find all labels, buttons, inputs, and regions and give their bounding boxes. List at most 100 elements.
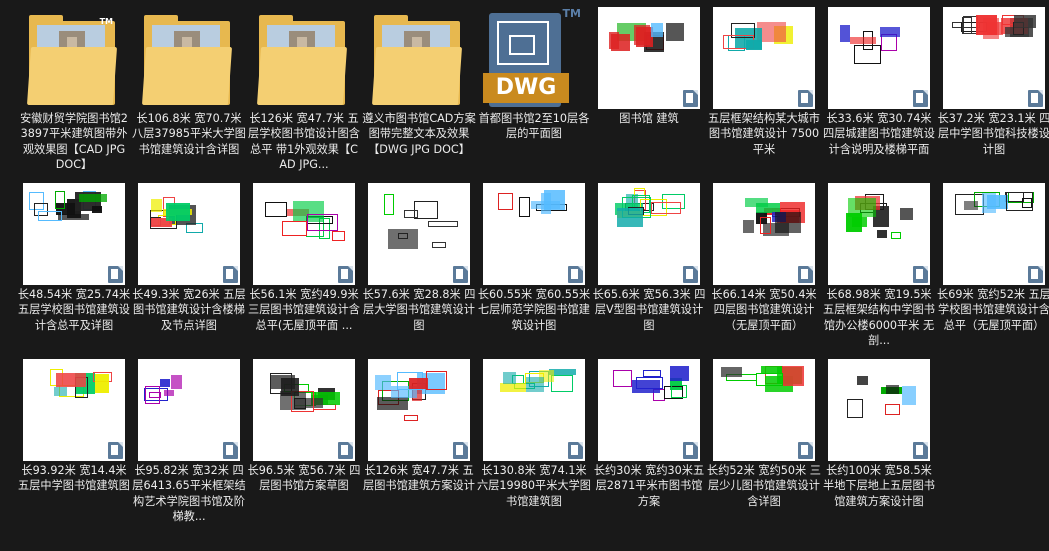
file-item[interactable]: 长约52米 宽约50米 三层少儿图书馆建筑设计含详图 bbox=[707, 352, 821, 528]
drawing-sheet bbox=[551, 375, 573, 392]
drawing-sheet bbox=[526, 377, 544, 392]
drawing-sheet bbox=[983, 18, 999, 39]
drawing-preview bbox=[483, 359, 585, 461]
folder-front bbox=[371, 47, 463, 105]
drawing-sheet bbox=[613, 370, 632, 387]
folder-front bbox=[256, 47, 348, 105]
drawing-preview bbox=[598, 7, 700, 109]
drawing-preview bbox=[598, 359, 700, 461]
cad-drawing-icon bbox=[943, 183, 1045, 285]
file-item[interactable]: 长33.6米 宽30.74米 四层城建图书馆建筑设计含说明及楼梯平面 bbox=[822, 0, 936, 176]
drawing-preview bbox=[713, 183, 815, 285]
drawing-preview bbox=[713, 7, 815, 109]
cad-drawing-icon bbox=[23, 183, 125, 285]
drawing-sheet bbox=[426, 371, 447, 390]
drawing-preview bbox=[368, 183, 470, 285]
file-item[interactable]: 长60.55米 宽60.55米 七层师范学院图书馆建筑设计图 bbox=[477, 176, 591, 352]
trademark-label: TM bbox=[562, 7, 581, 20]
file-name: 长130.8米 宽74.1米 六层19980平米大学图书馆建筑图 bbox=[477, 464, 591, 508]
file-item[interactable]: 长126米 宽47.7米 五层学校图书馆设计图含总平 带1外观效果【CAD JP… bbox=[247, 0, 361, 176]
folder-icon bbox=[253, 7, 355, 109]
drawing-sheet bbox=[1014, 15, 1036, 28]
drawing-sheet bbox=[503, 372, 516, 384]
drawing-sheet bbox=[617, 208, 643, 227]
folder-icon: TM bbox=[23, 7, 125, 109]
file-item[interactable]: 长56.1米 宽约49.9米 三层图书馆建筑设计含总平(无屋顶平面 ... bbox=[247, 176, 361, 352]
cad-drawing-icon bbox=[253, 359, 355, 461]
cad-drawing-icon bbox=[23, 359, 125, 461]
file-item[interactable]: DWG TM 首都图书馆2至10层各层的平面图 bbox=[477, 0, 591, 176]
drawing-sheet bbox=[760, 217, 771, 234]
drawing-preview bbox=[598, 183, 700, 285]
file-item[interactable]: 长126米 宽47.7米 五层图书馆建筑方案设计 bbox=[362, 352, 476, 528]
drawing-preview bbox=[943, 183, 1045, 285]
drawing-sheet bbox=[745, 198, 768, 207]
file-item[interactable]: 长约30米 宽约30米五层2871平米市图书馆方案 bbox=[592, 352, 706, 528]
file-item[interactable]: 长106.8米 宽70.7米 八层37985平米大学图书馆建筑设计含详图 bbox=[132, 0, 246, 176]
file-item[interactable]: 图书馆 建筑 bbox=[592, 0, 706, 176]
file-type-badge-icon bbox=[108, 442, 123, 459]
drawing-sheet bbox=[377, 397, 408, 410]
drawing-sheet bbox=[151, 199, 162, 212]
file-name: 长68.98米 宽19.5米 五层框架结构中学图书馆办公楼6000平米 无剖..… bbox=[823, 288, 935, 348]
file-item[interactable]: 长95.82米 宽32米 四层6413.65平米框架结构艺术学院图书馆及阶梯教.… bbox=[132, 352, 246, 528]
file-item[interactable]: 长49.3米 宽26米 五层图书馆建筑设计含楼梯及节点详图 bbox=[132, 176, 246, 352]
file-item[interactable]: 遵义市图书馆CAD方案图带完整文本及效果【DWG JPG DOC】 bbox=[362, 0, 476, 176]
file-item[interactable]: 长130.8米 宽74.1米 六层19980平米大学图书馆建筑图 bbox=[477, 352, 591, 528]
file-item[interactable]: 五层框架结构某大城市图书馆建筑设计 7500平米 bbox=[707, 0, 821, 176]
drawing-sheet bbox=[56, 373, 86, 387]
dwg-file-icon: DWG TM bbox=[483, 7, 585, 109]
file-type-badge-icon bbox=[568, 266, 583, 283]
drawing-sheet bbox=[404, 415, 418, 421]
cad-drawing-icon bbox=[828, 7, 930, 109]
file-item[interactable]: 长93.92米 宽14.4米 五层中学图书馆建筑图 bbox=[17, 352, 131, 528]
drawing-sheet bbox=[519, 197, 530, 217]
drawing-sheet bbox=[756, 373, 783, 386]
drawing-sheet bbox=[891, 232, 901, 239]
drawing-preview bbox=[828, 183, 930, 285]
file-item[interactable]: 长66.14米 宽50.4米 四层图书馆建筑设计（无屋顶平面） bbox=[707, 176, 821, 352]
file-name: 长约100米 宽58.5米 半地下层地上五层图书馆建筑方案设计图 bbox=[823, 464, 935, 508]
file-type-badge-icon bbox=[913, 90, 928, 107]
cad-drawing-icon bbox=[828, 183, 930, 285]
file-name: 长60.55米 宽60.55米 七层师范学院图书馆建筑设计图 bbox=[477, 288, 591, 332]
drawing-preview bbox=[23, 359, 125, 461]
drawing-sheet bbox=[95, 374, 109, 393]
file-name: 长65.6米 宽56.3米 四层V型图书馆建筑设计图 bbox=[592, 288, 706, 332]
drawing-preview bbox=[828, 7, 930, 109]
file-type-badge-icon bbox=[683, 442, 698, 459]
drawing-sheet bbox=[877, 230, 887, 238]
drawing-preview bbox=[253, 183, 355, 285]
cad-drawing-icon bbox=[943, 7, 1045, 109]
drawing-preview bbox=[483, 183, 585, 285]
drawing-sheet bbox=[307, 214, 338, 231]
file-item[interactable]: 长48.54米 宽25.74米 五层学校图书馆建筑设计含总平及详图 bbox=[17, 176, 131, 352]
file-item[interactable]: 长57.6米 宽28.8米 四层大学图书馆建筑设计图 bbox=[362, 176, 476, 352]
drawing-sheet bbox=[854, 45, 881, 64]
file-item[interactable]: 长约100米 宽58.5米 半地下层地上五层图书馆建筑方案设计图 bbox=[822, 352, 936, 528]
drawing-sheet bbox=[92, 206, 102, 213]
drawing-sheet bbox=[782, 366, 804, 386]
drawing-sheet bbox=[846, 213, 862, 232]
drawing-sheet bbox=[375, 375, 391, 390]
file-item[interactable]: 长37.2米 宽23.1米 四层中学图书馆科技楼设计图 bbox=[937, 0, 1049, 176]
drawing-sheet bbox=[265, 202, 287, 217]
drawing-sheet bbox=[404, 210, 418, 218]
drawing-sheet bbox=[332, 231, 345, 241]
drawing-sheet bbox=[281, 378, 299, 396]
dwg-label: DWG bbox=[483, 73, 569, 103]
drawing-sheet bbox=[651, 23, 663, 37]
drawing-sheet bbox=[432, 242, 446, 248]
file-name: 长57.6米 宽28.8米 四层大学图书馆建筑设计图 bbox=[362, 288, 476, 332]
file-name: 长93.92米 宽14.4米 五层中学图书馆建筑图 bbox=[18, 464, 130, 493]
file-item[interactable]: 长69米 宽约52米 五层学校图书馆建筑设计含总平（无屋顶平面） bbox=[937, 176, 1049, 352]
file-item[interactable]: 长96.5米 宽56.7米 四层图书馆方案草图 bbox=[247, 352, 361, 528]
drawing-sheet bbox=[388, 229, 418, 249]
file-type-badge-icon bbox=[913, 442, 928, 459]
file-item[interactable]: 长68.98米 宽19.5米 五层框架结构中学图书馆办公楼6000平米 无剖..… bbox=[822, 176, 936, 352]
file-item[interactable]: TM 安徽财贸学院图书馆23897平米建筑图带外观效果图【CAD JPG DOC】 bbox=[17, 0, 131, 176]
file-item[interactable]: 长65.6米 宽56.3米 四层V型图书馆建筑设计图 bbox=[592, 176, 706, 352]
folder-icon bbox=[138, 7, 240, 109]
file-name: 长约52米 宽约50米 三层少儿图书馆建筑设计含详图 bbox=[707, 464, 821, 508]
cad-drawing-icon bbox=[483, 183, 585, 285]
